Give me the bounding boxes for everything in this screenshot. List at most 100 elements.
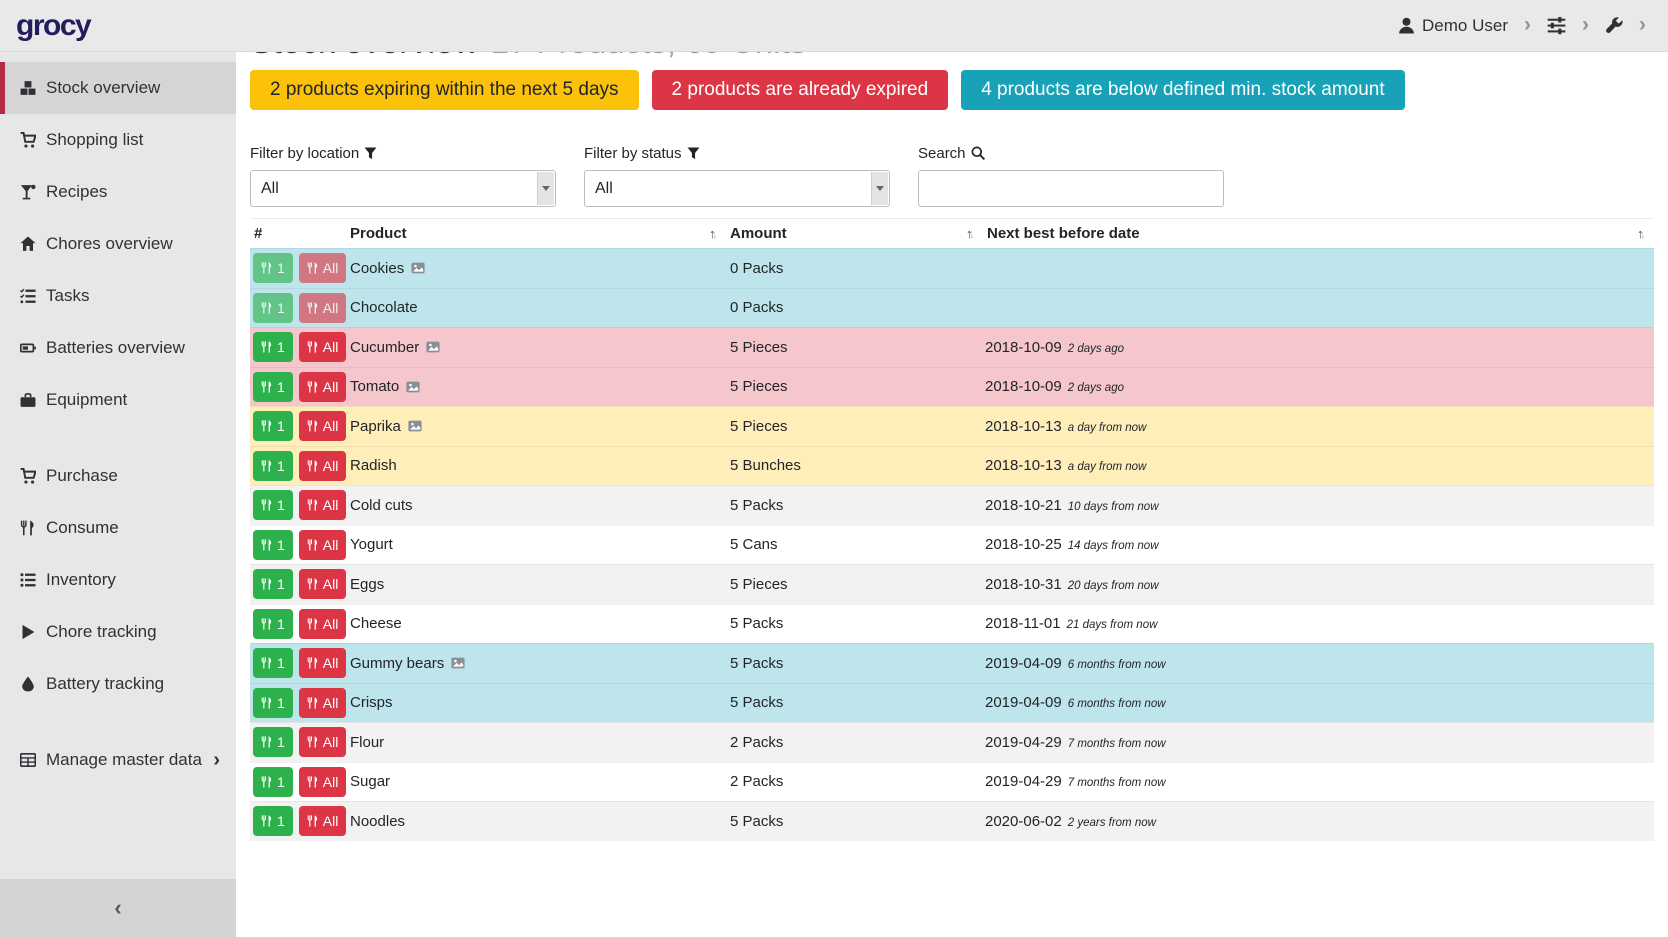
timeago-text: 2 days ago (1068, 343, 1124, 355)
best-before-date: 2018-11-0121 days from now (983, 615, 1654, 632)
consume-one-button[interactable]: 1 (253, 688, 293, 718)
consume-one-button[interactable]: 1 (253, 767, 293, 797)
consume-one-button[interactable]: 1 (253, 806, 293, 836)
consume-all-button[interactable]: All (299, 490, 347, 520)
consume-all-button[interactable]: All (299, 451, 347, 481)
table-row-gummy-bears: 1 All Gummy bears 5 Packs 2019-04-096 mo… (250, 643, 1654, 683)
sidebar-collapse-toggle[interactable]: ‹ (0, 879, 236, 937)
consume-one-button[interactable]: 1 (253, 372, 293, 402)
consume-one-button[interactable]: 1 (253, 332, 293, 362)
tint-icon (18, 676, 37, 692)
status-filter-value: All (595, 180, 613, 198)
consume-one-button[interactable]: 1 (253, 609, 293, 639)
admin-menu[interactable] (1605, 17, 1623, 35)
sidebar-item-chores-overview[interactable]: Chores overview (0, 218, 236, 270)
select-caret-icon (537, 172, 554, 205)
consume-all-button[interactable]: All (299, 372, 347, 402)
product-name: Cookies (350, 260, 404, 277)
sidebar-item-label: Recipes (46, 182, 107, 202)
product-amount: 5 Pieces (726, 576, 983, 593)
consume-all-button[interactable]: All (299, 609, 347, 639)
location-filter-select[interactable]: All (250, 170, 556, 207)
consume-one-button[interactable]: 1 (253, 727, 293, 757)
sidebar-item-label: Equipment (46, 390, 127, 410)
sidebar-item-equipment[interactable]: Equipment (0, 374, 236, 426)
best-before-date: 2018-10-13a day from now (983, 418, 1654, 435)
table-row-chocolate: 1 All Chocolate 0 Packs (250, 288, 1654, 328)
consume-one-button[interactable]: 1 (253, 451, 293, 481)
product-picture-icon[interactable] (451, 656, 465, 670)
timeago-text: 2 years from now (1068, 817, 1156, 829)
product-picture-icon[interactable] (408, 419, 422, 433)
user-menu[interactable]: Demo User (1398, 16, 1508, 36)
product-amount: 5 Packs (726, 615, 983, 632)
consume-one-button: 1 (253, 253, 293, 283)
consume-one-button[interactable]: 1 (253, 411, 293, 441)
consume-all-button[interactable]: All (299, 530, 347, 560)
cart-icon (18, 132, 37, 148)
sidebar-item-tasks[interactable]: Tasks (0, 270, 236, 322)
sidebar-item-chore-tracking[interactable]: Chore tracking (0, 606, 236, 658)
sidebar-item-manage-master-data[interactable]: Manage master data› (0, 734, 236, 786)
consume-all-button[interactable]: All (299, 569, 347, 599)
below-min-alert[interactable]: 4 products are below defined min. stock … (961, 70, 1404, 110)
best-before-date: 2020-06-022 years from now (983, 813, 1654, 830)
consume-one-button[interactable]: 1 (253, 569, 293, 599)
consume-one-button[interactable]: 1 (253, 648, 293, 678)
consume-all-button[interactable]: All (299, 806, 347, 836)
consume-one-button[interactable]: 1 (253, 490, 293, 520)
consume-all-button[interactable]: All (299, 727, 347, 757)
filter-funnel-icon (687, 147, 700, 160)
table-row-noodles: 1 All Noodles 5 Packs 2020-06-022 years … (250, 801, 1654, 841)
status-filter-select[interactable]: All (584, 170, 890, 207)
best-before-date: 2019-04-096 months from now (983, 655, 1654, 672)
product-name: Cucumber (350, 339, 419, 356)
best-before-date: 2018-10-092 days ago (983, 378, 1654, 395)
consume-all-button[interactable]: All (299, 411, 347, 441)
sidebar-item-shopping-list[interactable]: Shopping list (0, 114, 236, 166)
main-content: Stock overview 17 Products, 69 Units 2 p… (236, 0, 1668, 841)
search-icon (971, 146, 985, 160)
play-icon (18, 624, 37, 640)
sidebar-item-inventory[interactable]: Inventory (0, 554, 236, 606)
settings-menu[interactable] (1547, 16, 1566, 35)
consume-all-button[interactable]: All (299, 688, 347, 718)
table-row-cold-cuts: 1 All Cold cuts 5 Packs 2018-10-2110 day… (250, 485, 1654, 525)
grocy-logo[interactable]: grocy (16, 9, 90, 43)
column-header-product[interactable]: Product ↑↓ (346, 225, 726, 242)
consume-all-button: All (299, 293, 347, 323)
sidebar-item-stock-overview[interactable]: Stock overview (0, 62, 236, 114)
product-name: Eggs (350, 576, 384, 593)
table-row-flour: 1 All Flour 2 Packs 2019-04-297 months f… (250, 722, 1654, 762)
column-header-best-before[interactable]: Next best before date ↑↓ (983, 225, 1654, 242)
sidebar-item-label: Manage master data (46, 750, 202, 770)
table-row-crisps: 1 All Crisps 5 Packs 2019-04-096 months … (250, 683, 1654, 723)
timeago-text: 7 months from now (1068, 738, 1166, 750)
sidebar-item-label: Stock overview (46, 78, 160, 98)
product-amount: 5 Packs (726, 497, 983, 514)
product-amount: 5 Pieces (726, 339, 983, 356)
product-name: Noodles (350, 813, 405, 830)
sidebar-item-consume[interactable]: Consume (0, 502, 236, 554)
product-amount: 5 Packs (726, 655, 983, 672)
timeago-text: 20 days from now (1068, 580, 1159, 592)
product-picture-icon[interactable] (426, 340, 440, 354)
sidebar-item-recipes[interactable]: Recipes (0, 166, 236, 218)
sidebar-item-batteries-overview[interactable]: Batteries overview (0, 322, 236, 374)
consume-all-button[interactable]: All (299, 648, 347, 678)
expired-alert[interactable]: 2 products are already expired (652, 70, 949, 110)
consume-all-button[interactable]: All (299, 767, 347, 797)
search-input[interactable] (918, 170, 1224, 207)
product-picture-icon[interactable] (411, 261, 425, 275)
consume-one-button[interactable]: 1 (253, 530, 293, 560)
consume-all-button[interactable]: All (299, 332, 347, 362)
column-header-number: # (250, 225, 346, 242)
best-before-date: 2019-04-297 months from now (983, 773, 1654, 790)
expiring-alert[interactable]: 2 products expiring within the next 5 da… (250, 70, 639, 110)
column-header-amount[interactable]: Amount ↑↓ (726, 225, 983, 242)
sidebar-item-battery-tracking[interactable]: Battery tracking (0, 658, 236, 710)
sidebar-item-purchase[interactable]: Purchase (0, 450, 236, 502)
sort-icon: ↑↓ (709, 227, 718, 240)
chevron-right-icon: › (1639, 14, 1646, 38)
product-picture-icon[interactable] (406, 380, 420, 394)
